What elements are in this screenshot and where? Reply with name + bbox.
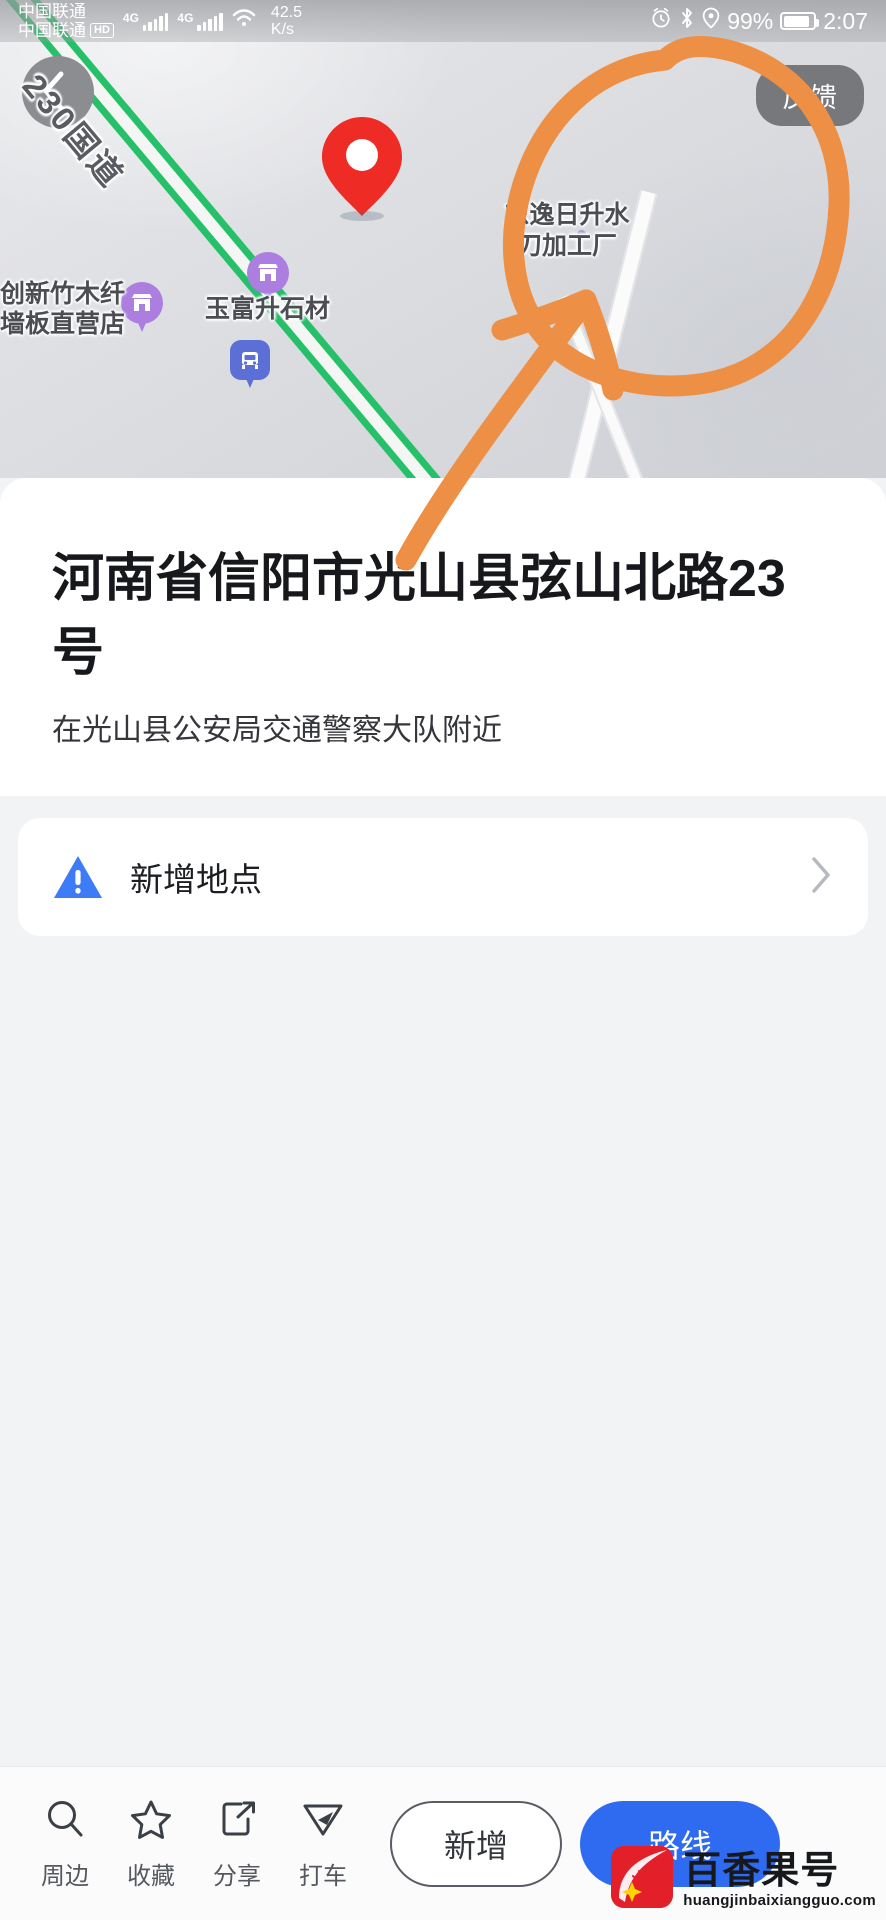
page-title: 河南省信阳市光山县弦山北路23号 (52, 550, 786, 682)
add-place-label: 新增地点 (130, 861, 262, 898)
data-rate-unit: K/s (270, 21, 295, 38)
signal-sim2: 4G (177, 11, 223, 31)
place-detail-sheet: 河南省信阳市光山县弦山北路23号 在光山县公安局交通警察大队附近 新增地点 (0, 478, 886, 1920)
wifi-icon (232, 8, 256, 34)
watermark-logo-icon (611, 1846, 674, 1908)
bluetooth-icon (679, 7, 695, 35)
poi-label-shop-2: 玉富升石材 (205, 295, 331, 323)
signal-bars-icon (197, 11, 223, 31)
poi-label-factory: 东逸日升水 刀加工厂 (504, 201, 630, 260)
network-type-label-2: 4G (177, 11, 194, 25)
poi-marker-shop-1[interactable] (121, 282, 163, 334)
location-icon (702, 7, 720, 35)
star-icon (129, 1797, 173, 1846)
map-canvas[interactable]: 230国道 创新竹木纤 墙板直营店 玉富升石材 东逸日升水 刀加工厂 反馈 (0, 0, 886, 480)
watermark-name: 百香果号 (683, 1850, 840, 1892)
pin-shadow (340, 211, 384, 221)
alarm-icon (650, 7, 672, 35)
map-terrain-wash (0, 0, 886, 480)
status-bar: 中国联通 中国联通 HD 4G 4G 42.5 K/s 99% 2:07 (0, 0, 886, 42)
taxi-icon (300, 1797, 346, 1846)
carrier-names: 中国联通 中国联通 HD (18, 2, 114, 40)
chevron-right-icon (808, 853, 834, 902)
clock-label: 2:07 (823, 7, 868, 34)
add-place-row[interactable]: 新增地点 (18, 818, 868, 936)
warning-triangle-icon (52, 853, 104, 901)
tool-favorite[interactable]: 收藏 (108, 1797, 194, 1891)
tool-share[interactable]: 分享 (194, 1797, 280, 1891)
data-rate-indicator: 42.5 K/s (271, 4, 302, 38)
carrier-label-sim1: 中国联通 (18, 2, 86, 21)
tool-taxi[interactable]: 打车 (280, 1797, 366, 1891)
carrier-label-sim2: 中国联通 (18, 21, 86, 40)
status-bar-right: 99% 2:07 (650, 7, 868, 35)
battery-icon (780, 12, 820, 30)
watermark-url: huangjinbaixiangguo.com (683, 1892, 876, 1909)
poi-marker-tail (135, 316, 149, 332)
address-subtitle: 在光山县公安局交通警察大队附近 (52, 714, 502, 747)
tool-nearby[interactable]: 周边 (22, 1797, 108, 1891)
network-type-label-1: 4G (122, 11, 139, 25)
share-icon (215, 1797, 259, 1846)
signal-sim1: 4G (123, 11, 169, 31)
poi-label-shop-1: 创新竹木纤 墙板直营店 (0, 280, 126, 338)
bus-stop-marker[interactable] (230, 340, 270, 390)
battery-percent-label: 99% (727, 7, 774, 34)
location-pin-icon (322, 117, 402, 216)
feedback-button[interactable]: 反馈 (756, 65, 864, 126)
add-button[interactable]: 新增 (390, 1800, 562, 1887)
selected-location-pin (320, 115, 404, 225)
status-bar-left: 中国联通 中国联通 HD 4G 4G 42.5 K/s (18, 2, 302, 40)
bus-marker-tail (244, 374, 256, 388)
tool-favorite-label: 收藏 (127, 1862, 175, 1890)
watermark-text: 百香果号 huangjinbaixiangguo.com (683, 1852, 876, 1908)
address-card: 河南省信阳市光山县弦山北路23号 在光山县公安局交通警察大队附近 (0, 478, 886, 796)
data-rate-value: 42.5 (270, 4, 303, 21)
tool-nearby-label: 周边 (41, 1862, 89, 1890)
tool-taxi-label: 打车 (299, 1862, 347, 1890)
watermark: 百香果号 huangjinbaixiangguo.com (611, 1846, 876, 1908)
hd-badge: HD (90, 23, 114, 38)
tool-share-label: 分享 (213, 1862, 261, 1890)
signal-bars-icon (142, 11, 169, 31)
search-icon (43, 1797, 87, 1846)
